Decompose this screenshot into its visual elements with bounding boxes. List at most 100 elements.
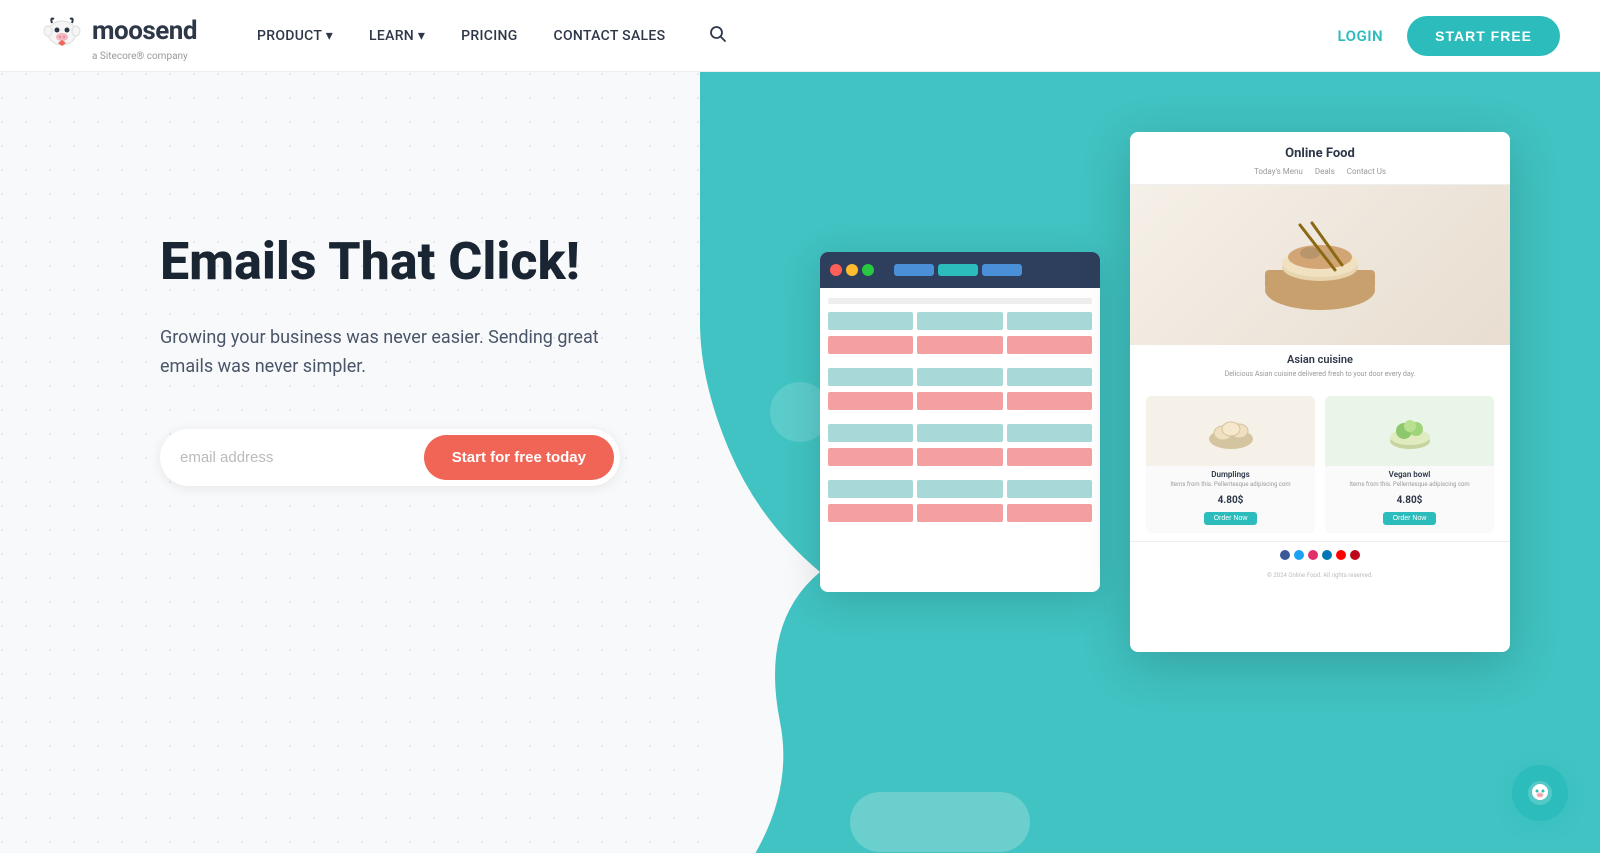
editor-cell [917, 368, 1002, 386]
product-card-vegan-bowl: Vegan bowl Items from this. Pellentesque… [1325, 396, 1494, 533]
editor-maximize-dot [862, 264, 874, 276]
editor-spacer [828, 472, 1092, 480]
editor-cell-pink [1007, 504, 1092, 522]
nav-right: LOGIN START FREE [1338, 16, 1561, 56]
editor-row-7 [828, 480, 1092, 498]
product-vegan-image [1325, 396, 1494, 466]
nav-links: PRODUCT ▾ LEARN ▾ PRICING CONTACT SALES [257, 25, 1338, 47]
editor-cell-pink [917, 448, 1002, 466]
product-dumplings-image [1146, 396, 1315, 466]
product-dumplings-name: Dumplings [1146, 466, 1315, 481]
editor-row-4 [828, 392, 1092, 410]
website-nav-item-2: Deals [1315, 167, 1335, 176]
website-footer-text: © 2024 Online Food. All rights reserved. [1130, 568, 1510, 583]
social-facebook-icon [1280, 550, 1290, 560]
logo-area: moosend a Sitecore® company [40, 9, 197, 62]
product-vegan-order-button[interactable]: Order Now [1383, 512, 1437, 525]
website-section-title: Asian cuisine [1130, 345, 1510, 370]
editor-minimize-dot [846, 264, 858, 276]
moosend-logo-icon [40, 9, 84, 53]
editor-cell [828, 368, 913, 386]
login-button[interactable]: LOGIN [1338, 27, 1384, 45]
email-input[interactable] [180, 449, 424, 466]
email-form: Start for free today [160, 429, 620, 486]
editor-cell-pink [917, 504, 1002, 522]
editor-cell [917, 424, 1002, 442]
editor-tab-1 [894, 264, 934, 276]
editor-cell-pink [828, 336, 913, 354]
product-dumplings-order-button[interactable]: Order Now [1204, 512, 1258, 525]
editor-cell [1007, 312, 1092, 330]
website-section-description: Delicious Asian cuisine delivered fresh … [1130, 370, 1510, 388]
editor-cell [1007, 480, 1092, 498]
editor-cell [1007, 424, 1092, 442]
editor-row-3 [828, 368, 1092, 386]
food-bowl-illustration [1250, 195, 1390, 335]
website-social-icons [1130, 541, 1510, 568]
nav-item-learn[interactable]: LEARN ▾ [369, 28, 425, 44]
editor-cell [828, 480, 913, 498]
product-dumplings-desc: Items from this. Pellentesque adipiscing… [1146, 481, 1315, 493]
hero-title: Emails That Click! [160, 232, 620, 292]
editor-cell [828, 424, 913, 442]
hero-section: Emails That Click! Growing your business… [0, 72, 1600, 853]
product-vegan-desc: Items from this. Pellentesque adipiscing… [1325, 481, 1494, 493]
editor-cell [828, 312, 913, 330]
editor-cell-pink [1007, 392, 1092, 410]
editor-row-2 [828, 336, 1092, 354]
editor-cell-pink [828, 448, 913, 466]
product-dumplings-price: 4.80$ [1146, 493, 1315, 508]
editor-cell-pink [1007, 336, 1092, 354]
cta-start-free-button[interactable]: Start for free today [424, 435, 614, 480]
website-preview-mockup: Online Food Today's Menu Deals Contact U… [1130, 132, 1510, 652]
email-editor-mockup [820, 252, 1100, 592]
editor-cell [1007, 368, 1092, 386]
social-twitter-icon [1294, 550, 1304, 560]
chat-icon [1526, 779, 1554, 807]
editor-cell [917, 480, 1002, 498]
chat-widget-button[interactable] [1512, 765, 1568, 821]
vegan-bowl-illustration [1380, 401, 1440, 461]
editor-cell-pink [828, 504, 913, 522]
editor-row-5 [828, 424, 1092, 442]
editor-cell-pink [1007, 448, 1092, 466]
nav-item-product[interactable]: PRODUCT ▾ [257, 28, 333, 44]
editor-spacer [828, 416, 1092, 424]
product-vegan-name: Vegan bowl [1325, 466, 1494, 481]
website-hero-image [1130, 185, 1510, 345]
editor-tabs [894, 264, 1022, 276]
navbar: moosend a Sitecore® company PRODUCT ▾ LE… [0, 0, 1600, 72]
social-instagram-icon [1308, 550, 1318, 560]
search-icon[interactable] [709, 25, 727, 47]
website-nav-item-1: Today's Menu [1254, 167, 1303, 176]
dumplings-illustration [1201, 401, 1261, 461]
nav-item-contact-sales[interactable]: CONTACT SALES [554, 28, 666, 44]
website-mockup-header: Online Food Today's Menu Deals Contact U… [1130, 132, 1510, 185]
editor-close-dot [830, 264, 842, 276]
nav-item-pricing[interactable]: PRICING [461, 28, 517, 44]
start-free-nav-button[interactable]: START FREE [1407, 16, 1560, 56]
editor-header-bar [828, 298, 1092, 304]
editor-row-8 [828, 504, 1092, 522]
editor-spacer [828, 360, 1092, 368]
editor-tab-3 [982, 264, 1022, 276]
editor-body [820, 288, 1100, 538]
website-mockup-nav: Today's Menu Deals Contact Us [1146, 167, 1494, 176]
social-youtube-icon [1336, 550, 1346, 560]
social-pinterest-icon [1350, 550, 1360, 560]
editor-cell-pink [828, 392, 913, 410]
editor-row-6 [828, 448, 1092, 466]
hero-content-left: Emails That Click! Growing your business… [0, 72, 700, 853]
social-linkedin-icon [1322, 550, 1332, 560]
logo-brand-name: moosend [92, 16, 197, 46]
product-card-dumplings: Dumplings Items from this. Pellentesque … [1146, 396, 1315, 533]
hero-subtitle: Growing your business was never easier. … [160, 324, 620, 382]
website-nav-item-3: Contact Us [1347, 167, 1386, 176]
editor-cell-pink [917, 336, 1002, 354]
website-products-grid: Dumplings Items from this. Pellentesque … [1130, 388, 1510, 541]
editor-row-1 [828, 312, 1092, 330]
website-mockup-title: Online Food [1146, 146, 1494, 161]
hero-mockups: Online Food Today's Menu Deals Contact U… [790, 132, 1540, 812]
editor-window-buttons [830, 264, 874, 276]
logo-subtitle: a Sitecore® company [92, 51, 188, 62]
